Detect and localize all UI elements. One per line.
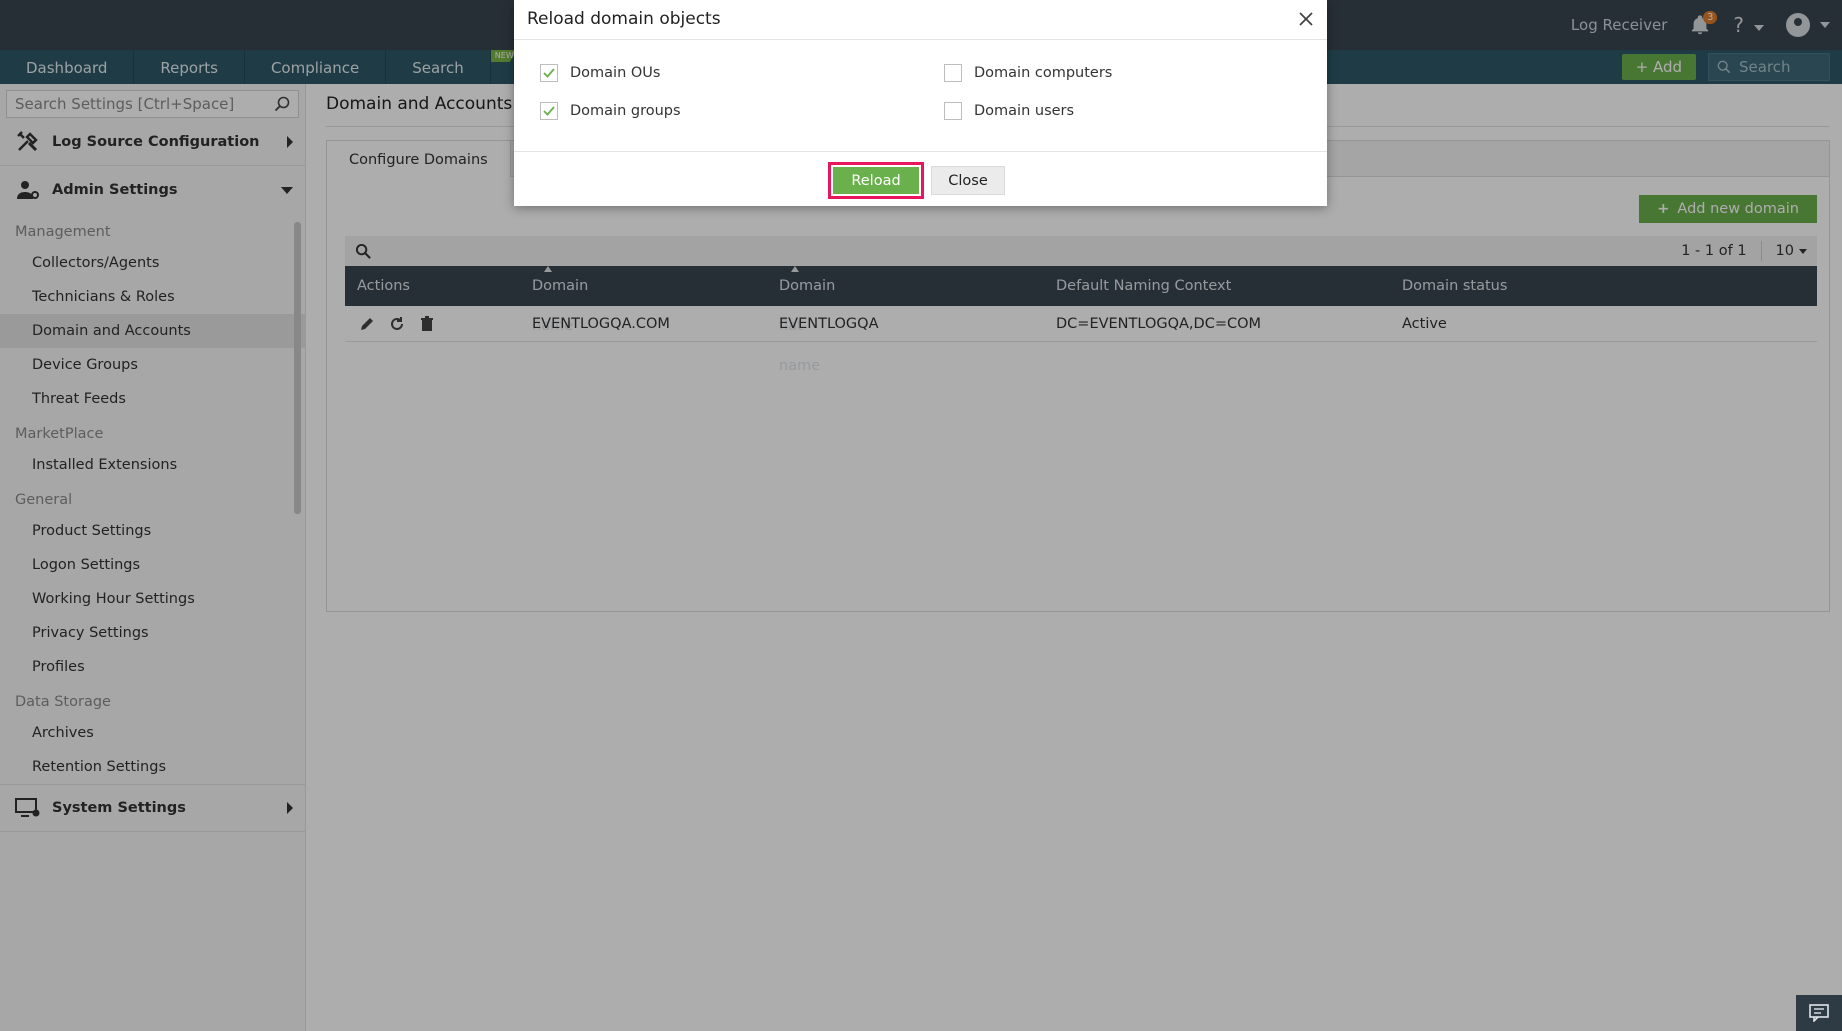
domain-users-checkbox[interactable] [944,102,962,120]
reload-button[interactable]: Reload [833,167,919,194]
dialog-body: Domain OUs Domain groups Domain computer… [514,40,1327,152]
domain-computers-label: Domain computers [974,65,1113,81]
domain-groups-label: Domain groups [570,103,681,119]
chat-icon [1809,1004,1829,1022]
dialog-title: Reload domain objects [527,9,721,29]
domain-ous-label: Domain OUs [570,65,661,81]
domain-groups-checkbox[interactable] [540,102,558,120]
option-domain-users[interactable]: Domain users [944,102,1074,120]
domain-users-label: Domain users [974,103,1075,119]
dialog-footer: Reload Close [514,152,1327,206]
checkmark-icon [543,68,555,78]
reload-domain-objects-dialog: Reload domain objects Domain OUs Domain … [514,0,1327,206]
option-domain-computers[interactable]: Domain computers [944,64,1112,82]
option-domain-ous[interactable]: Domain OUs [540,64,660,82]
reload-button-highlight: Reload [828,162,924,199]
chat-button[interactable] [1796,995,1842,1031]
close-icon[interactable] [1297,10,1315,28]
domain-ous-checkbox[interactable] [540,64,558,82]
checkmark-icon [543,106,555,116]
option-domain-groups[interactable]: Domain groups [540,102,681,120]
domain-computers-checkbox[interactable] [944,64,962,82]
close-button[interactable]: Close [931,166,1005,195]
dialog-header: Reload domain objects [514,0,1327,40]
